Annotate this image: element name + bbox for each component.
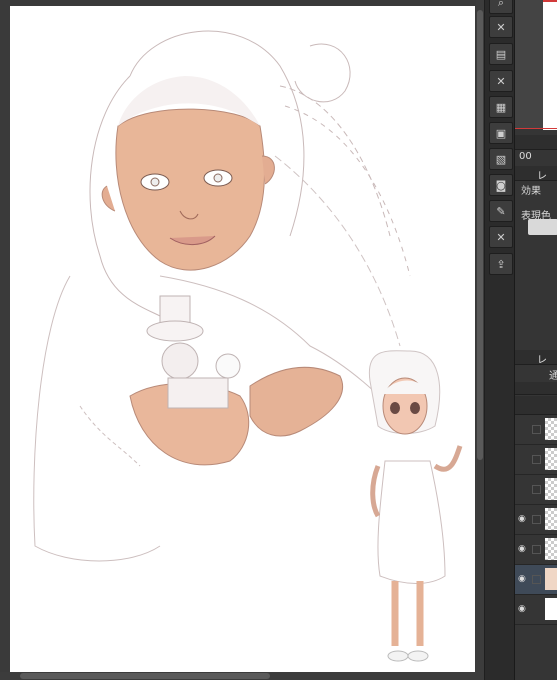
layer-panel-tab-label: レ [537, 355, 547, 366]
eye-icon[interactable]: ◉ [518, 574, 528, 584]
layer-row[interactable]: ◉ [515, 505, 557, 535]
layer-row[interactable] [515, 415, 557, 445]
eye-icon[interactable]: ◉ [518, 604, 528, 614]
canvas-paper[interactable] [10, 6, 475, 680]
delete-icon[interactable]: ✕ [489, 226, 513, 248]
eye-icon[interactable]: ◉ [518, 544, 528, 554]
layer-property-tab[interactable]: レ [515, 166, 557, 182]
layer-lock-row[interactable] [515, 382, 557, 395]
layer-thumbnail [545, 478, 557, 500]
canvas-area[interactable] [0, 0, 476, 680]
eye-icon[interactable]: ◉ [518, 514, 528, 524]
horizontal-scrollbar[interactable] [0, 672, 484, 680]
lock-icon[interactable] [532, 515, 541, 524]
layer-thumbnail [545, 448, 557, 470]
opacity-value: 00 [519, 151, 532, 162]
new-layer-icon[interactable]: ▣ [489, 122, 513, 144]
export-icon[interactable]: ⇪ [489, 253, 513, 275]
edit-icon[interactable]: ✎ [489, 200, 513, 222]
navigator-thumbnail[interactable] [543, 0, 557, 130]
snapshot-icon[interactable]: ◙ [489, 174, 513, 196]
navigator-frame [515, 128, 557, 129]
vertical-scroll-thumb[interactable] [477, 10, 483, 460]
transform-icon[interactable]: ▧ [489, 148, 513, 170]
clear-icon[interactable]: ✕ [489, 16, 513, 38]
layer-panel-tab[interactable]: レ [515, 350, 557, 366]
right-panel: 00 レ 効果 表現色 レ 通 ◉ ◉ ◉ ◉ [514, 0, 557, 680]
vertical-scrollbar[interactable] [476, 0, 484, 672]
navigator-zoom-slider[interactable] [515, 135, 557, 150]
command-bar: ⌕ ✕ ▤ ✕ ▦ ▣ ▧ ◙ ✎ ✕ ⇪ [484, 0, 515, 680]
zoom-icon[interactable]: ⌕ [489, 0, 513, 14]
pen-icon[interactable] [532, 575, 541, 584]
layer-thumbnail [545, 418, 557, 440]
layer-row[interactable] [515, 475, 557, 505]
layer-row[interactable]: ◉ [515, 535, 557, 565]
fill-icon[interactable]: ▤ [489, 43, 513, 65]
effect-label: 効果 [521, 186, 541, 197]
layer-thumbnail [545, 538, 557, 560]
layer-thumbnail [545, 598, 557, 620]
clear-outside-icon[interactable]: ✕ [489, 70, 513, 92]
layer-row-active[interactable]: ◉ [515, 565, 557, 595]
layer-thumbnail [545, 508, 557, 530]
horizontal-scroll-thumb[interactable] [20, 673, 270, 679]
layer-property-tab-label: レ [537, 171, 547, 182]
layer-row[interactable]: ◉ [515, 595, 557, 625]
illustration [33, 30, 463, 662]
tone-icon[interactable]: ▦ [489, 96, 513, 118]
lock-icon[interactable] [532, 545, 541, 554]
lock-icon[interactable] [532, 425, 541, 434]
layer-row[interactable] [515, 445, 557, 475]
lock-icon[interactable] [532, 485, 541, 494]
display-color-dropdown[interactable] [528, 219, 557, 235]
layer-toolbar[interactable] [515, 396, 557, 415]
blend-mode-value[interactable]: 通 [549, 367, 557, 382]
layer-thumbnail [545, 568, 557, 590]
lock-icon[interactable] [532, 455, 541, 464]
